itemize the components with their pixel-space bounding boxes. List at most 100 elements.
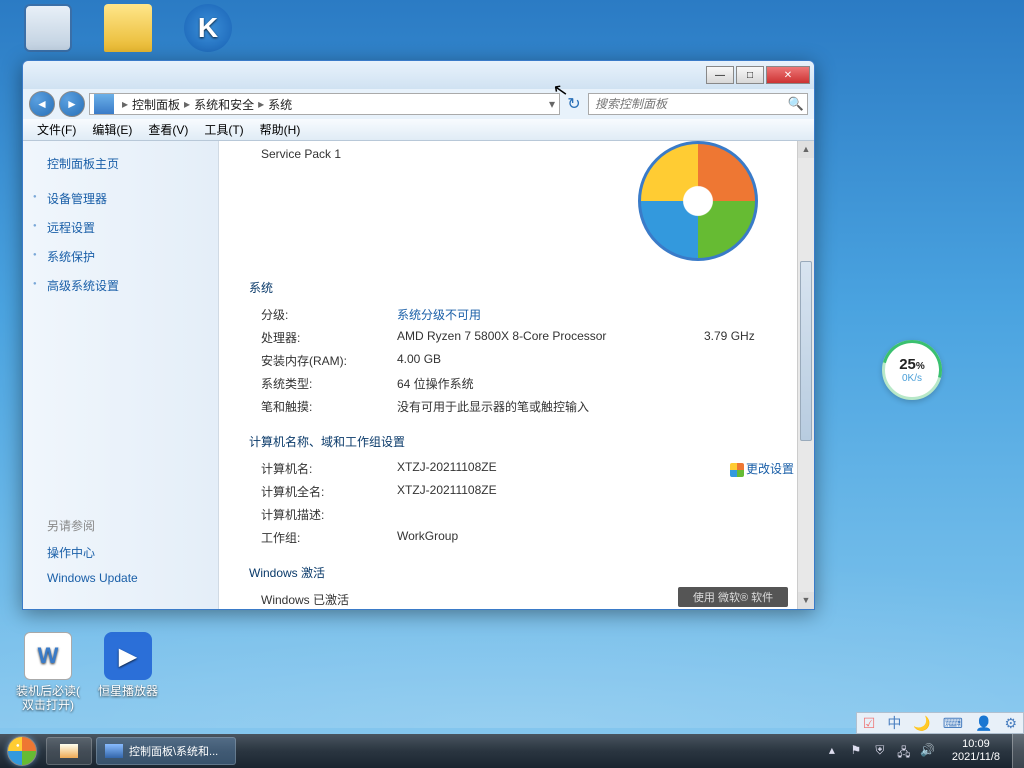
maximize-button[interactable]: □ bbox=[736, 66, 764, 84]
icon-label: 恒星播放器 bbox=[90, 684, 166, 698]
label-cdesc: 计算机描述: bbox=[261, 506, 397, 523]
breadcrumb-seg[interactable]: 控制面板 bbox=[132, 96, 180, 113]
keyboard-icon[interactable]: ⌨ bbox=[943, 715, 963, 732]
sidebar: 控制面板主页 设备管理器 远程设置 系统保护 高级系统设置 另请参阅 操作中心 … bbox=[23, 141, 219, 609]
tray-network-icon[interactable]: 🖧 bbox=[896, 743, 912, 759]
taskbar-app-label: 控制面板\系统和... bbox=[129, 743, 218, 759]
see-also-heading: 另请参阅 bbox=[47, 517, 218, 534]
label-workgroup: 工作组: bbox=[261, 529, 397, 546]
content-pane: Service Pack 1 系统 分级:系统分级不可用 处理器:AMD Ryz… bbox=[219, 141, 814, 609]
breadcrumb[interactable]: ▸ 控制面板 ▸ 系统和安全 ▸ 系统 ▾ bbox=[89, 93, 560, 115]
label-ram: 安装内存(RAM): bbox=[261, 352, 397, 369]
desktop-icon-readme[interactable]: 装机后必读( 双击打开) bbox=[10, 632, 86, 712]
ime-lang[interactable]: 中 bbox=[887, 713, 901, 733]
tray-flag-icon[interactable]: ⚑ bbox=[848, 743, 864, 759]
value-workgroup: WorkGroup bbox=[397, 529, 794, 546]
label-cname: 计算机名: bbox=[261, 460, 397, 477]
search-icon[interactable]: 🔍 bbox=[785, 96, 807, 112]
menu-view[interactable]: 查看(V) bbox=[140, 121, 196, 138]
desktop-icon-folder[interactable] bbox=[90, 4, 166, 56]
gauge-arc-icon bbox=[871, 329, 953, 411]
computer-icon bbox=[24, 4, 72, 52]
value-pen: 没有可用于此显示器的笔或触控输入 bbox=[397, 398, 794, 415]
link-rating-unavailable[interactable]: 系统分级不可用 bbox=[397, 306, 794, 323]
genuine-badge: 使用 微软® 软件 bbox=[678, 587, 788, 607]
control-panel-home-link[interactable]: 控制面板主页 bbox=[47, 155, 218, 172]
section-computer-name: 计算机名称、域和工作组设置 bbox=[249, 433, 794, 450]
desktop-icon-player[interactable]: ▶ 恒星播放器 bbox=[90, 632, 166, 698]
section-system: 系统 bbox=[249, 279, 794, 296]
person-icon[interactable]: 👤 bbox=[975, 715, 992, 732]
window-body: 控制面板主页 设备管理器 远程设置 系统保护 高级系统设置 另请参阅 操作中心 … bbox=[23, 141, 814, 609]
value-cfull: XTZJ-20211108ZE bbox=[397, 483, 794, 500]
desktop: K 装机后必读( 双击打开) ▶ 恒星播放器 — □ ✕ ◄ ► ▸ 控制面板 ▸… bbox=[0, 0, 1024, 768]
taskbar: 控制面板\系统和... ▴ ⚑ ⛨ 🖧 🔊 10:09 2021/11/8 bbox=[0, 734, 1024, 768]
scroll-thumb[interactable] bbox=[800, 261, 812, 441]
menu-file[interactable]: 文件(F) bbox=[29, 121, 84, 138]
refresh-button[interactable]: ↻ bbox=[564, 94, 584, 114]
sidebar-item-device-manager[interactable]: 设备管理器 bbox=[47, 190, 218, 207]
icon-label: 装机后必读( 双击打开) bbox=[10, 684, 86, 712]
search-box[interactable]: 🔍 bbox=[588, 93, 808, 115]
tray-chevron-up-icon[interactable]: ▴ bbox=[824, 743, 840, 759]
label-processor: 处理器: bbox=[261, 329, 397, 346]
label-cfull: 计算机全名: bbox=[261, 483, 397, 500]
start-button[interactable] bbox=[0, 734, 44, 768]
section-activation: Windows 激活 bbox=[249, 564, 794, 581]
ime-toolbar[interactable]: ☑ 中 🌙 ⌨ 👤 ⚙ bbox=[856, 712, 1024, 734]
back-button[interactable]: ◄ bbox=[29, 91, 55, 117]
desktop-icon-computer[interactable] bbox=[10, 4, 86, 56]
start-orb-icon bbox=[7, 736, 37, 766]
titlebar[interactable]: — □ ✕ bbox=[23, 61, 814, 89]
performance-widget[interactable]: 25% 0K/s bbox=[882, 340, 942, 400]
minimize-button[interactable]: — bbox=[706, 66, 734, 84]
menu-edit[interactable]: 编辑(E) bbox=[84, 121, 140, 138]
scroll-down-button[interactable]: ▼ bbox=[798, 592, 814, 609]
show-desktop-button[interactable] bbox=[1012, 734, 1024, 768]
menu-help[interactable]: 帮助(H) bbox=[252, 121, 309, 138]
value-activated: Windows 已激活 bbox=[261, 591, 349, 608]
scroll-up-button[interactable]: ▲ bbox=[798, 141, 814, 158]
menu-bar: 文件(F) 编辑(E) 查看(V) 工具(T) 帮助(H) bbox=[23, 119, 814, 141]
explorer-icon bbox=[60, 744, 78, 758]
taskbar-app-control-panel[interactable]: 控制面板\系统和... bbox=[96, 737, 236, 765]
breadcrumb-seg[interactable]: 系统 bbox=[268, 96, 292, 113]
search-input[interactable] bbox=[589, 97, 785, 111]
shield-icon bbox=[730, 463, 744, 477]
menu-tools[interactable]: 工具(T) bbox=[196, 121, 251, 138]
value-processor-speed: 3.79 GHz bbox=[704, 329, 794, 346]
clock-time: 10:09 bbox=[952, 738, 1000, 751]
label-pen: 笔和触摸: bbox=[261, 398, 397, 415]
tray-volume-icon[interactable]: 🔊 bbox=[920, 743, 936, 759]
label-rating: 分级: bbox=[261, 306, 397, 323]
play-icon: ▶ bbox=[104, 632, 152, 680]
breadcrumb-seg[interactable]: 系统和安全 bbox=[194, 96, 254, 113]
folder-icon bbox=[104, 4, 152, 52]
link-action-center[interactable]: 操作中心 bbox=[47, 544, 218, 561]
value-cdesc bbox=[397, 506, 794, 523]
desktop-icon-kugou[interactable]: K bbox=[170, 4, 246, 56]
label-systype: 系统类型: bbox=[261, 375, 397, 392]
value-systype: 64 位操作系统 bbox=[397, 375, 794, 392]
taskbar-clock[interactable]: 10:09 2021/11/8 bbox=[944, 738, 1008, 764]
sidebar-item-remote[interactable]: 远程设置 bbox=[47, 219, 218, 236]
link-change-settings[interactable]: 更改设置 bbox=[730, 460, 794, 477]
clock-date: 2021/11/8 bbox=[952, 751, 1000, 764]
document-icon bbox=[24, 632, 72, 680]
gear-icon[interactable]: ⚙ bbox=[1004, 715, 1017, 732]
value-processor: AMD Ryzen 7 5800X 8-Core Processor bbox=[397, 329, 704, 346]
forward-button[interactable]: ► bbox=[59, 91, 85, 117]
system-properties-window: — □ ✕ ◄ ► ▸ 控制面板 ▸ 系统和安全 ▸ 系统 ▾ ↻ 🔍 bbox=[22, 60, 815, 610]
sidebar-item-protection[interactable]: 系统保护 bbox=[47, 248, 218, 265]
close-button[interactable]: ✕ bbox=[766, 66, 810, 84]
control-panel-icon bbox=[105, 744, 123, 758]
control-panel-icon bbox=[94, 94, 114, 114]
scrollbar[interactable]: ▲ ▼ bbox=[797, 141, 814, 609]
sidebar-item-advanced[interactable]: 高级系统设置 bbox=[47, 277, 218, 294]
checkbox-icon[interactable]: ☑ bbox=[863, 715, 876, 732]
tray-shield-icon[interactable]: ⛨ bbox=[872, 743, 888, 759]
value-cname: XTZJ-20211108ZE bbox=[397, 460, 730, 477]
link-windows-update[interactable]: Windows Update bbox=[47, 571, 218, 585]
taskbar-explorer[interactable] bbox=[46, 737, 92, 765]
moon-icon[interactable]: 🌙 bbox=[913, 715, 930, 732]
